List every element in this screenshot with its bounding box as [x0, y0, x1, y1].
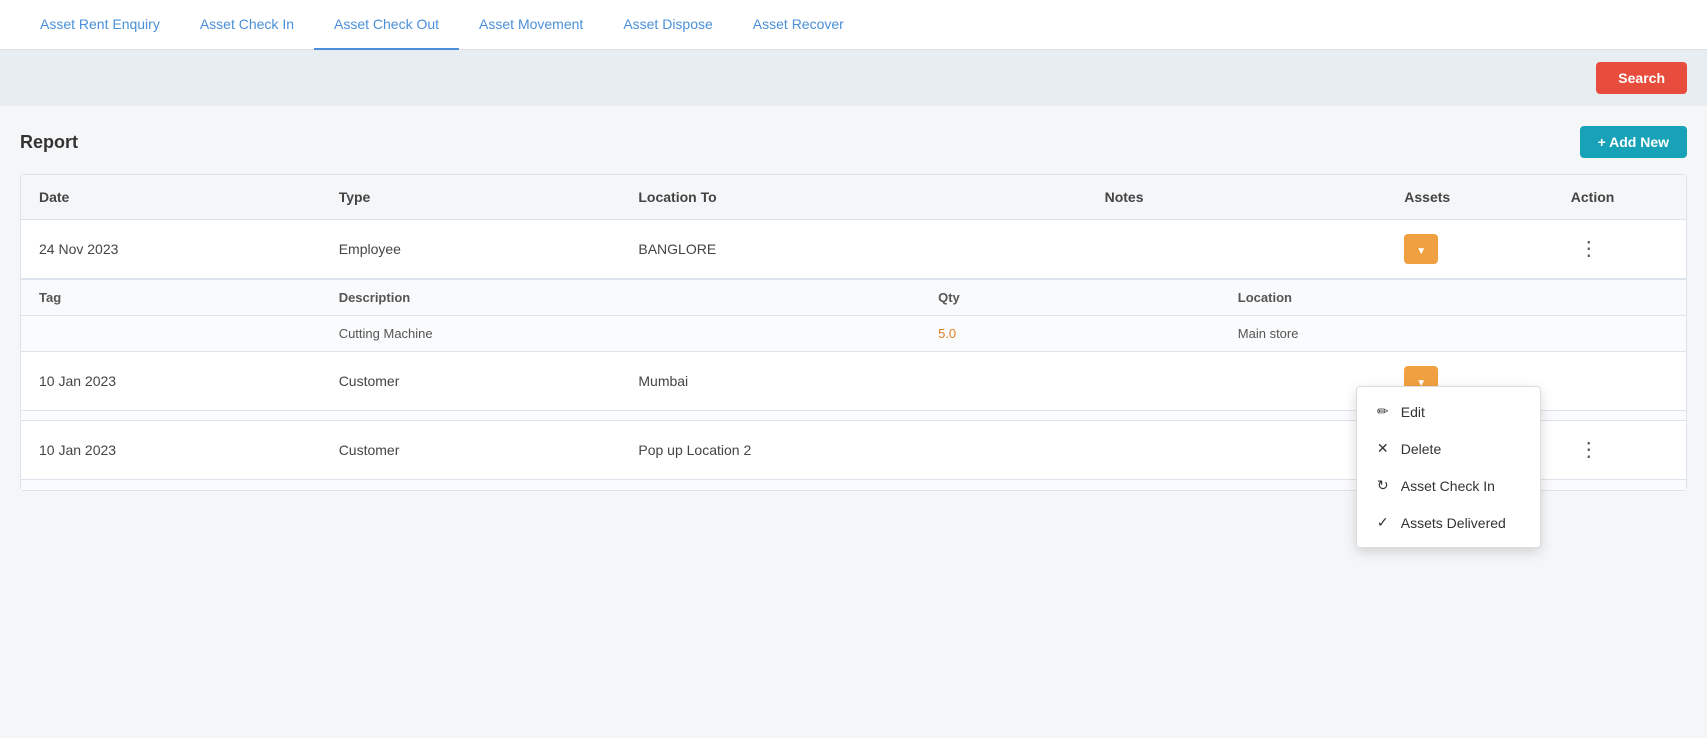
- table-row: 24 Nov 2023 Employee BANGLORE ⋮: [21, 220, 1686, 279]
- main-table: Date Type Location To Notes Assets Actio…: [21, 175, 1686, 490]
- tab-asset-dispose[interactable]: Asset Dispose: [603, 0, 732, 50]
- col-header-assets: Assets: [1386, 175, 1553, 220]
- top-navigation: Asset Rent Enquiry Asset Check In Asset …: [0, 0, 1707, 50]
- context-menu-delete-label: Delete: [1401, 441, 1441, 457]
- data-table-container: Date Type Location To Notes Assets Actio…: [20, 174, 1687, 491]
- cell-notes-3: [1087, 421, 1387, 480]
- context-menu-edit[interactable]: ✏ Edit: [1357, 393, 1540, 430]
- assets-dropdown-button-1[interactable]: [1404, 234, 1438, 264]
- assets-delivered-icon: ✓: [1375, 514, 1391, 531]
- table-header-row: Date Type Location To Notes Assets Actio…: [21, 175, 1686, 220]
- table-row: 10 Jan 2023 Customer Mumbai ✏: [21, 352, 1686, 411]
- col-header-date: Date: [21, 175, 321, 220]
- cell-notes-2: [1087, 352, 1387, 411]
- cell-location-1: BANGLORE: [620, 220, 1086, 279]
- cell-action-3: ⋮: [1553, 421, 1686, 480]
- context-menu-assets-delivered[interactable]: ✓ Assets Delivered: [1357, 504, 1540, 541]
- report-title: Report: [20, 132, 78, 153]
- sub-data-row-1: Cutting Machine 5.0 Main store: [21, 316, 1686, 352]
- cell-type-3: Customer: [321, 421, 621, 480]
- context-menu-assets-delivered-label: Assets Delivered: [1401, 515, 1506, 531]
- col-header-notes: Notes: [1087, 175, 1387, 220]
- sub-col-description: Description: [321, 280, 920, 316]
- cell-location-3: Pop up Location 2: [620, 421, 1086, 480]
- sub-cell-loc-1: Main store: [1220, 316, 1686, 352]
- sub-col-location: Location: [1220, 280, 1686, 316]
- tab-asset-rent-enquiry[interactable]: Asset Rent Enquiry: [20, 0, 180, 50]
- sub-cell-qty-1: 5.0: [920, 316, 1220, 352]
- action-dots-1[interactable]: ⋮: [1571, 237, 1609, 261]
- delete-icon: ✕: [1375, 440, 1391, 457]
- tab-asset-check-out[interactable]: Asset Check Out: [314, 0, 459, 50]
- report-header: Report + Add New: [20, 126, 1687, 158]
- sub-table-1: Tag Description Qty Location Cutting Mac…: [21, 279, 1686, 351]
- cell-type-2: Customer: [321, 352, 621, 411]
- cell-date-1: 24 Nov 2023: [21, 220, 321, 279]
- asset-check-in-icon: ↻: [1375, 477, 1391, 494]
- cell-type-1: Employee: [321, 220, 621, 279]
- cell-notes-1: [1087, 220, 1387, 279]
- sub-col-tag: Tag: [21, 280, 321, 316]
- sub-col-qty: Qty: [920, 280, 1220, 316]
- edit-icon: ✏: [1375, 403, 1391, 420]
- context-menu-edit-label: Edit: [1401, 404, 1425, 420]
- context-menu-asset-check-in[interactable]: ↻ Asset Check In: [1357, 467, 1540, 504]
- tab-asset-movement[interactable]: Asset Movement: [459, 0, 603, 50]
- context-menu-delete[interactable]: ✕ Delete: [1357, 430, 1540, 467]
- col-header-action: Action: [1553, 175, 1686, 220]
- cell-date-2: 10 Jan 2023: [21, 352, 321, 411]
- context-menu: ✏ Edit ✕ Delete ↻ Asset Check In: [1356, 386, 1541, 548]
- context-menu-asset-check-in-label: Asset Check In: [1401, 478, 1495, 494]
- add-new-button[interactable]: + Add New: [1580, 126, 1687, 158]
- col-header-location: Location To: [620, 175, 1086, 220]
- action-dots-3[interactable]: ⋮: [1571, 438, 1609, 462]
- search-bar: Search: [0, 50, 1707, 106]
- cell-date-3: 10 Jan 2023: [21, 421, 321, 480]
- search-button[interactable]: Search: [1596, 62, 1687, 94]
- cell-location-2: Mumbai: [620, 352, 1086, 411]
- tab-asset-check-in[interactable]: Asset Check In: [180, 0, 314, 50]
- tab-asset-recover[interactable]: Asset Recover: [733, 0, 864, 50]
- cell-action-2: ✏ Edit ✕ Delete ↻ Asset Check In: [1553, 352, 1686, 411]
- sub-table-row-1: Tag Description Qty Location Cutting Mac…: [21, 279, 1686, 352]
- sub-cell-tag-1: [21, 316, 321, 352]
- col-header-type: Type: [321, 175, 621, 220]
- sub-cell-desc-1: Cutting Machine: [321, 316, 920, 352]
- content-area: Report + Add New Date Type Location To N…: [0, 106, 1707, 511]
- cell-assets-1: [1386, 220, 1553, 279]
- cell-action-1: ⋮: [1553, 220, 1686, 279]
- sub-header-row: Tag Description Qty Location: [21, 280, 1686, 316]
